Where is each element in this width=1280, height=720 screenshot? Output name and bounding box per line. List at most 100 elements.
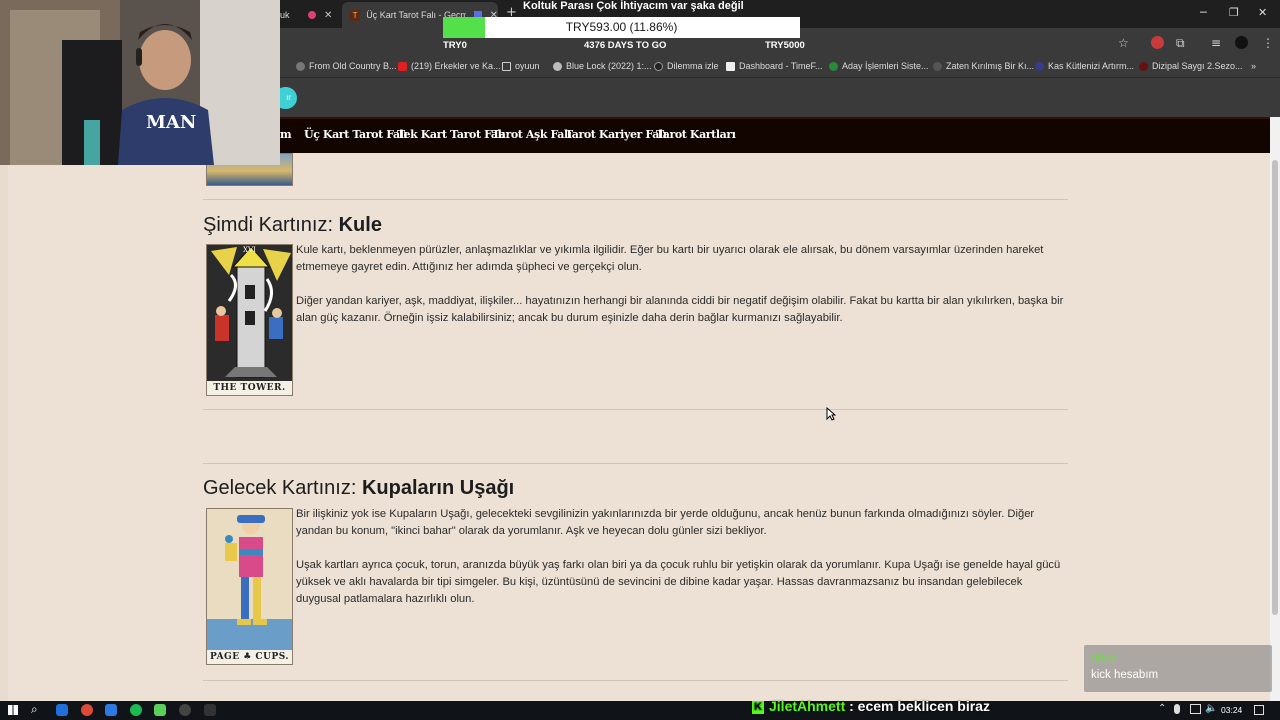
- windows-taskbar: ⌕ K JiletAhmett : ecem beklicen biraz ⌃ 🔈…: [0, 698, 1280, 720]
- paragraph: Bir ilişkiniz yok ise Kupaların Uşağı, g…: [296, 508, 1035, 537]
- card-number: XVI: [243, 246, 256, 254]
- bookmark-item[interactable]: Aday İşlemleri Siste...: [829, 61, 929, 71]
- microphone-icon[interactable]: [1174, 704, 1180, 714]
- bookmark-item[interactable]: Dizipal Saygı 2.Sezo...: [1139, 61, 1243, 71]
- bookmark-label: Kas Kütlenizi Artırm...: [1048, 61, 1135, 71]
- bookmark-label: Dizipal Saygı 2.Sezo...: [1152, 61, 1243, 71]
- app-outlook-icon[interactable]: [56, 704, 68, 716]
- nav-item-tek-kart[interactable]: Tek Kart Tarot Falı: [397, 128, 506, 141]
- goal-end-label: TRY5000: [765, 40, 805, 51]
- app-game-icon[interactable]: [154, 704, 166, 716]
- chat-ticker: K JiletAhmett : ecem beklicen biraz: [752, 698, 990, 714]
- wifi-icon[interactable]: [1190, 704, 1201, 714]
- ticker-text: : ecem beklicen biraz: [845, 698, 990, 714]
- app-store-icon[interactable]: [105, 704, 117, 716]
- ticker-user: JiletAhmett: [769, 698, 846, 714]
- goal-amount: TRY593.00 (11.86%): [565, 20, 678, 34]
- bookmark-item[interactable]: Dashboard - TimeF...: [726, 61, 823, 71]
- heading-prefix: Şimdi Kartınız:: [203, 214, 339, 236]
- menu-kebab-icon[interactable]: ⋮: [1262, 36, 1274, 50]
- webcam-feed-image: MAN: [0, 0, 280, 165]
- tab-previous[interactable]: uk: [280, 2, 290, 28]
- bookmark-item[interactable]: (219) Erkekler ve Ka...: [398, 61, 501, 71]
- card-caption: THE TOWER.: [207, 381, 292, 395]
- goal-days-label: 4376 DAYS TO GO: [584, 40, 667, 51]
- paragraph: Kule kartı, beklenmeyen pürüzler, anlaşm…: [296, 244, 1044, 273]
- nav-item-ask[interactable]: Tarot Aşk Falı: [492, 128, 572, 141]
- goal-start-label: TRY0: [443, 40, 467, 51]
- svg-text:MAN: MAN: [146, 112, 196, 133]
- close-icon[interactable]: ✕: [324, 10, 332, 21]
- bookmark-folder[interactable]: oyuun: [502, 61, 540, 71]
- app-obs-icon[interactable]: [179, 704, 191, 716]
- goal-progress-bar: TRY593.00 (11.86%): [443, 17, 800, 38]
- app-chrome-icon[interactable]: [81, 704, 93, 716]
- heading-card-name: Kupaların Uşağı: [361, 477, 515, 499]
- tab-label: uk: [280, 10, 290, 20]
- webcam-overlay: MAN: [0, 0, 280, 165]
- restore-icon[interactable]: ❐: [1229, 6, 1239, 19]
- tray-chevron-icon[interactable]: ⌃: [1158, 703, 1166, 714]
- page-of-cups-illustration: [207, 509, 292, 664]
- nav-item-uc-kart[interactable]: Üç Kart Tarot Falı: [304, 128, 408, 141]
- nav-item-kartlar[interactable]: Tarot Kartları: [656, 128, 736, 141]
- window-close-icon[interactable]: ✕: [1258, 6, 1267, 19]
- divider: [203, 199, 1068, 200]
- search-icon[interactable]: ⌕: [31, 702, 38, 717]
- volume-icon[interactable]: 🔈: [1205, 703, 1217, 714]
- media-control-icon[interactable]: ≡: [1211, 36, 1221, 50]
- scrollbar-thumb[interactable]: [1272, 160, 1278, 615]
- paragraph: Uşak kartları ayrıca çocuk, torun, aranı…: [296, 559, 1061, 605]
- donation-goal-widget: Koltuk Parası Çok İhtiyacım var şaka değ…: [443, 0, 805, 54]
- tower-illustration: [207, 245, 292, 395]
- divider: [203, 463, 1068, 464]
- section-heading-future: Gelecek Kartınız: Kupaların Uşağı: [203, 477, 514, 500]
- chat-message: kick hesabım: [1091, 669, 1159, 681]
- tower-card-image[interactable]: XVI THE TOWER.: [206, 244, 293, 396]
- tab-recording[interactable]: ✕: [308, 2, 332, 28]
- extension-icon[interactable]: [1151, 36, 1164, 49]
- profile-avatar[interactable]: [1235, 36, 1248, 49]
- bookmark-label: (219) Erkekler ve Ka...: [411, 61, 501, 71]
- bookmarks-overflow-icon[interactable]: »: [1251, 61, 1256, 71]
- paragraph: Diğer yandan kariyer, aşk, maddiyat, ili…: [296, 295, 1064, 324]
- app-spotify-icon[interactable]: [130, 704, 142, 716]
- star-icon[interactable]: ☆: [1118, 36, 1129, 50]
- heading-card-name: Kule: [338, 214, 382, 236]
- clock[interactable]: 03:24: [1221, 705, 1242, 715]
- bookmark-label: Dashboard - TimeF...: [739, 61, 823, 71]
- divider: [203, 680, 1068, 681]
- bookmark-item[interactable]: Zaten Kırılmış Bir Kı...: [933, 61, 1034, 71]
- bookmark-item[interactable]: Dilemma izle: [654, 61, 719, 71]
- chat-overlay: !kick kick hesabım: [1084, 645, 1272, 692]
- record-icon: [308, 11, 316, 19]
- divider: [203, 409, 1068, 410]
- page-margin: [0, 153, 8, 701]
- goal-title: Koltuk Parası Çok İhtiyacım var şaka değ…: [523, 0, 744, 12]
- bookmark-label: From Old Country B...: [309, 61, 397, 71]
- bookmark-label: Blue Lock (2022) 1:...: [566, 61, 652, 71]
- chat-command: !kick: [1091, 653, 1117, 665]
- bookmark-item[interactable]: Kas Kütlenizi Artırm...: [1035, 61, 1134, 71]
- bookmark-label: oyuun: [515, 61, 540, 71]
- section-heading-present: Şimdi Kartınız: Kule: [203, 214, 382, 237]
- bookmark-label: Zaten Kırılmış Bir Kı...: [946, 61, 1035, 71]
- bookmark-label: Aday İşlemleri Siste...: [842, 61, 929, 71]
- mouse-cursor-icon: [826, 407, 836, 421]
- nav-item-partial[interactable]: m: [280, 128, 292, 141]
- minimize-icon[interactable]: ─: [1200, 6, 1207, 19]
- nav-item-kariyer[interactable]: Tarot Kariyer Falı: [565, 128, 667, 141]
- bookmark-item[interactable]: From Old Country B...: [296, 61, 397, 71]
- kick-logo-icon: K: [752, 701, 764, 714]
- notification-icon[interactable]: [1254, 705, 1264, 715]
- card-caption: PAGE ♣ CUPS.: [207, 650, 292, 664]
- main-content: [8, 153, 1270, 701]
- bookmark-label: Dilemma izle: [667, 61, 719, 71]
- windows-start-icon[interactable]: [8, 705, 18, 715]
- page-of-cups-card-image[interactable]: PAGE ♣ CUPS.: [206, 508, 293, 665]
- puzzle-icon[interactable]: ⧉: [1176, 36, 1185, 51]
- settings-gear-icon[interactable]: [204, 704, 216, 716]
- bookmark-item[interactable]: Blue Lock (2022) 1:...: [553, 61, 652, 71]
- site-favicon-icon: T: [350, 9, 361, 21]
- heading-prefix: Gelecek Kartınız:: [203, 477, 362, 499]
